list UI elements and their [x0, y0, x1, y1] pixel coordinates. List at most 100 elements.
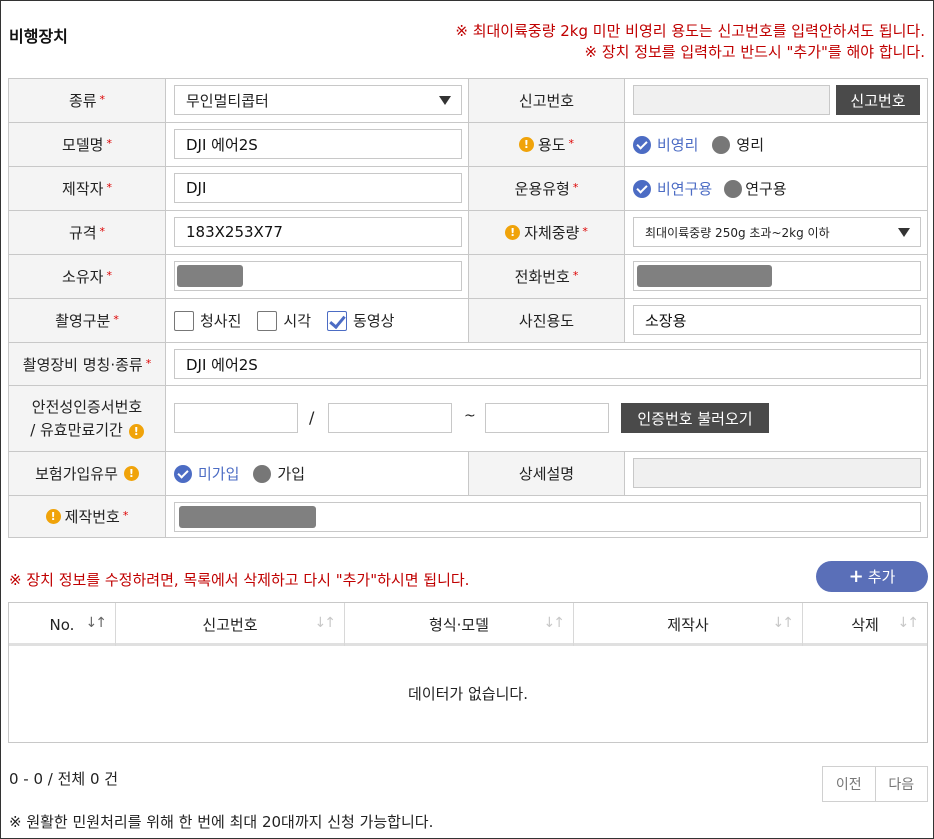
insurance-radio-yes[interactable]: 가입 — [253, 463, 305, 484]
radio-checked-icon — [633, 179, 651, 198]
column-header-model[interactable]: 형식·모델 ↓↑ — [345, 603, 574, 646]
sort-icon: ↓↑ — [314, 615, 337, 631]
type-label: 종류 * — [9, 79, 166, 122]
model-input[interactable]: DJI 에어2S — [174, 129, 462, 159]
checkbox-icon — [257, 310, 278, 331]
radio-unchecked-icon — [712, 135, 731, 154]
form-row-type: 종류 * 무인멀티콥터 신고번호 신고번호 — [8, 78, 928, 122]
table-header: No. ↓↑ 신고번호 ↓↑ 형식·모델 ↓↑ 제작사 ↓↑ 삭제 ↓↑ — [9, 603, 927, 646]
phone-input[interactable] — [633, 261, 921, 291]
device-table: No. ↓↑ 신고번호 ↓↑ 형식·모델 ↓↑ 제작사 ↓↑ 삭제 ↓↑ 데이터가 없습니… — [8, 602, 928, 743]
table-empty-message: 데이터가 없습니다. — [408, 685, 528, 703]
model-label: 모델명 * — [9, 123, 166, 166]
insurance-label: 보험가입유무! — [9, 452, 166, 495]
phone-label: 전화번호 * — [468, 255, 625, 298]
column-header-no[interactable]: No. ↓↑ — [9, 603, 116, 646]
detail-label: 상세설명 — [468, 452, 625, 495]
form-row-shoot-type: 촬영구분 * 청사진 시각 동영상 사진용도 소장용 — [8, 298, 928, 342]
purpose-radio-nonprofit[interactable]: 비영리 — [633, 134, 698, 155]
maker-input[interactable]: DJI — [174, 173, 462, 203]
operation-type-radio-group: 비연구용 연구용 — [633, 167, 801, 210]
footnote: ※ 원활한 민원처리를 위해 한 번에 최대 20대까지 신청 가능합니다. — [9, 813, 434, 831]
operation-radio-nonresearch[interactable]: 비연구용 — [633, 178, 712, 199]
camera-label: 촬영장비 명칭·종류 * — [9, 343, 166, 385]
form-row-owner: 소유자 * 전화번호 * — [8, 254, 928, 298]
purpose-label: ! 용도 * — [468, 123, 625, 166]
operation-radio-research[interactable]: 연구용 — [724, 178, 787, 199]
warning-icon[interactable]: ! — [518, 137, 534, 152]
column-header-maker[interactable]: 제작사 ↓↑ — [574, 603, 803, 646]
radio-unchecked-icon — [253, 464, 272, 483]
report-no-button[interactable]: 신고번호 — [836, 85, 920, 115]
pagination: 이전 다음 — [822, 766, 928, 802]
warning-icon[interactable]: ! — [123, 466, 139, 481]
type-select[interactable]: 무인멀티콥터 — [174, 85, 462, 115]
operation-type-label: 운용유형 * — [468, 167, 625, 210]
purpose-radio-group: 비영리 영리 — [633, 123, 778, 166]
column-header-report-no[interactable]: 신고번호 ↓↑ — [116, 603, 345, 646]
checkbox-checked-icon — [327, 310, 348, 331]
insurance-radio-group: 미가입 가입 — [174, 452, 319, 495]
add-device-button[interactable]: + 추가 — [816, 561, 928, 592]
warning-icon[interactable]: ! — [128, 423, 144, 439]
form-row-cert: 안전성인증서번호 / 유효만료기간! / ~ 인증번호 불러오기 — [8, 385, 928, 451]
serial-label: ! 제작번호 * — [9, 496, 166, 537]
cert-end-date-input[interactable] — [485, 403, 609, 433]
chevron-down-icon — [439, 96, 451, 105]
form-row-spec: 규격 * 183X253X77 ! 자체중량 * 최대이륙중량 250g 초과~2kg… — [8, 210, 928, 254]
camera-input[interactable]: DJI 에어2S — [174, 349, 921, 379]
top-notice: ※ 최대이륙중량 2kg 미만 비영리 용도는 신고번호를 입력안하셔도 됩니다… — [455, 21, 925, 63]
spec-label: 규격 * — [9, 211, 166, 254]
date-range-separator: ~ — [464, 408, 476, 424]
radio-checked-icon — [633, 135, 651, 154]
device-registration-panel: 비행장치 ※ 최대이륙중량 2kg 미만 비영리 용도는 신고번호를 입력안하셔… — [0, 0, 934, 839]
edit-notice: ※ 장치 정보를 수정하려면, 목록에서 삭제하고 다시 "추가"하시면 됩니다… — [9, 571, 470, 589]
spec-input[interactable]: 183X253X77 — [174, 217, 462, 247]
column-header-delete[interactable]: 삭제 ↓↑ — [803, 603, 927, 646]
self-weight-select[interactable]: 최대이륙중량 250g 초과~2kg 이하 — [633, 217, 921, 247]
warning-icon[interactable]: ! — [505, 225, 521, 240]
photo-use-input[interactable]: 소장용 — [633, 305, 921, 335]
redacted-value — [637, 265, 772, 287]
form-row-model: 모델명 * DJI 에어2S ! 용도 * 비영리 영리 — [8, 122, 928, 166]
radio-unchecked-icon — [724, 179, 743, 198]
detail-input[interactable] — [633, 458, 921, 488]
cert-no-input[interactable] — [174, 403, 298, 433]
form-row-maker: 제작자 * DJI 운용유형 * 비연구용 연구용 — [8, 166, 928, 210]
plus-icon: + — [848, 566, 864, 587]
serial-input[interactable] — [174, 502, 921, 532]
sort-icon: ↓↑ — [897, 615, 920, 631]
section-title: 비행장치 — [9, 27, 68, 46]
redacted-value — [177, 265, 243, 287]
next-page-button[interactable]: 다음 — [874, 767, 928, 801]
report-no-input[interactable] — [633, 85, 830, 115]
form-row-camera: 촬영장비 명칭·종류 * DJI 에어2S — [8, 342, 928, 385]
shoot-checkbox-visual[interactable]: 시각 — [257, 310, 311, 331]
maker-label: 제작자 * — [9, 167, 166, 210]
report-no-label: 신고번호 — [468, 79, 625, 122]
result-count: 0 - 0 / 전체 0 건 — [9, 770, 119, 788]
checkbox-icon — [174, 310, 194, 331]
self-weight-label: ! 자체중량 * — [468, 211, 625, 254]
prev-page-button[interactable]: 이전 — [823, 767, 875, 801]
sort-icon: ↓↑ — [772, 615, 795, 631]
owner-input[interactable] — [174, 261, 462, 291]
sort-icon: ↓↑ — [85, 615, 108, 631]
shoot-checkbox-still[interactable]: 청사진 — [174, 310, 241, 331]
load-cert-button[interactable]: 인증번호 불러오기 — [621, 403, 769, 433]
insurance-radio-no[interactable]: 미가입 — [174, 463, 239, 484]
owner-label: 소유자 * — [9, 255, 166, 298]
shoot-checkbox-video[interactable]: 동영상 — [327, 310, 394, 331]
form-row-serial: ! 제작번호 * — [8, 495, 928, 538]
photo-use-label: 사진용도 — [468, 299, 625, 342]
radio-checked-icon — [174, 464, 192, 483]
redacted-value — [179, 506, 316, 528]
cert-start-date-input[interactable] — [328, 403, 452, 433]
purpose-radio-profit[interactable]: 영리 — [712, 134, 764, 155]
shoot-type-label: 촬영구분 * — [9, 299, 166, 342]
warning-icon[interactable]: ! — [45, 509, 61, 524]
required-mark: * — [99, 93, 106, 106]
top-notice-line-2: ※ 장치 정보를 입력하고 반드시 "추가"를 해야 합니다. — [584, 43, 925, 61]
cert-separator: / — [309, 408, 315, 427]
chevron-down-icon — [898, 228, 910, 237]
